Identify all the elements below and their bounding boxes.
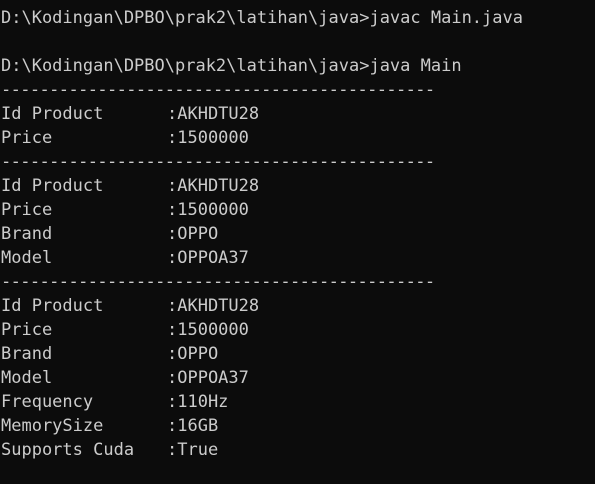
field-value: :OPPO bbox=[167, 344, 219, 364]
field-value: :OPPOA37 bbox=[167, 248, 249, 268]
terminal-window[interactable]: D:\Kodingan\DPBO\prak2\latihan\java>java… bbox=[0, 0, 595, 484]
separator-line: ----------------------------------------… bbox=[1, 152, 435, 172]
separator-line: ----------------------------------------… bbox=[1, 272, 435, 292]
field-value: :AKHDTU28 bbox=[167, 176, 260, 196]
field-label: Price bbox=[1, 200, 53, 220]
field-value: :OPPOA37 bbox=[167, 368, 249, 388]
field-value: :1500000 bbox=[167, 200, 249, 220]
field-label: Brand bbox=[1, 224, 53, 244]
field-value: :True bbox=[167, 440, 219, 460]
field-label: Supports Cuda bbox=[1, 440, 135, 460]
output-row: MemorySize :16GB bbox=[0, 414, 595, 438]
field-label: Frequency bbox=[1, 392, 94, 412]
field-label: Brand bbox=[1, 344, 53, 364]
field-label: Price bbox=[1, 128, 53, 148]
field-value: :AKHDTU28 bbox=[167, 104, 260, 124]
field-label: Price bbox=[1, 320, 53, 340]
output-row: Price :1500000 bbox=[0, 198, 595, 222]
field-value: :AKHDTU28 bbox=[167, 296, 260, 316]
field-label: Model bbox=[1, 248, 53, 268]
output-row: Model :OPPOA37 bbox=[0, 366, 595, 390]
output-row: Id Product :AKHDTU28 bbox=[0, 102, 595, 126]
output-row: Model :OPPOA37 bbox=[0, 246, 595, 270]
output-row: Price :1500000 bbox=[0, 126, 595, 150]
field-label: Model bbox=[1, 368, 53, 388]
field-value: :110Hz bbox=[167, 392, 229, 412]
field-label: MemorySize bbox=[1, 416, 104, 436]
output-row: Supports Cuda :True bbox=[0, 438, 595, 462]
command-line: D:\Kodingan\DPBO\prak2\latihan\java>java… bbox=[1, 8, 523, 28]
field-label: Id Product bbox=[1, 176, 104, 196]
field-value: :OPPO bbox=[167, 224, 219, 244]
field-label: Id Product bbox=[1, 104, 104, 124]
output-row: Id Product :AKHDTU28 bbox=[0, 174, 595, 198]
field-value: :1500000 bbox=[167, 128, 249, 148]
field-label: Id Product bbox=[1, 296, 104, 316]
field-value: :1500000 bbox=[167, 320, 249, 340]
output-row: Id Product :AKHDTU28 bbox=[0, 294, 595, 318]
output-row: Brand :OPPO bbox=[0, 342, 595, 366]
output-row: Price :1500000 bbox=[0, 318, 595, 342]
output-row: Brand :OPPO bbox=[0, 222, 595, 246]
output-row: Frequency :110Hz bbox=[0, 390, 595, 414]
field-value: :16GB bbox=[167, 416, 219, 436]
separator-line: ----------------------------------------… bbox=[1, 80, 435, 100]
command-line: D:\Kodingan\DPBO\prak2\latihan\java>java… bbox=[1, 56, 462, 76]
